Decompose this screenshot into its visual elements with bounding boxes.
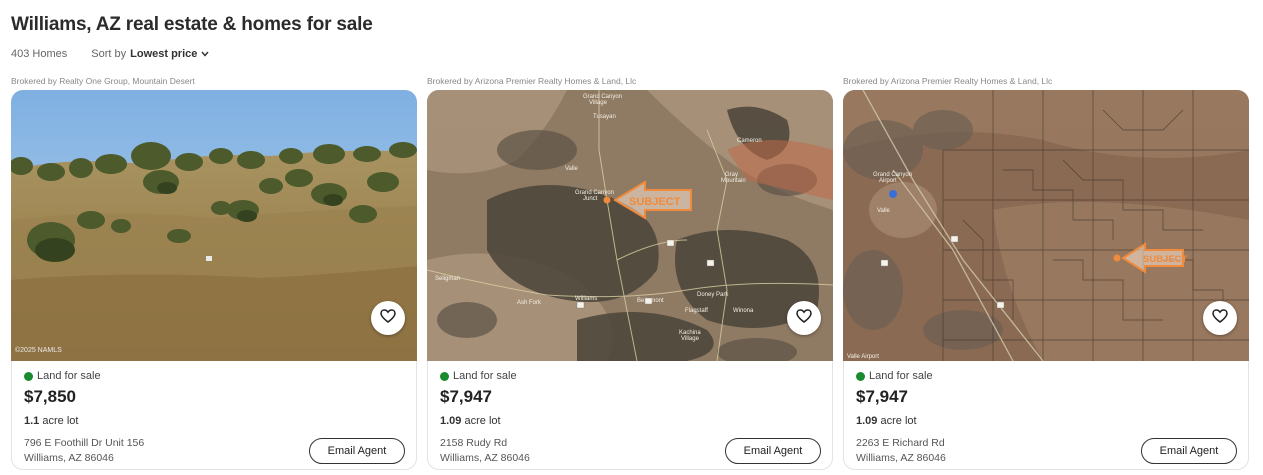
address-line-2: Williams, AZ 86046 xyxy=(24,452,114,464)
broker-label: Brokered by Arizona Premier Realty Homes… xyxy=(427,76,637,86)
email-agent-button[interactable]: Email Agent xyxy=(309,438,405,464)
results-count: 403 Homes xyxy=(11,48,68,60)
address-line-1: 796 E Foothill Dr Unit 156 xyxy=(24,437,145,449)
results-meta: 403 Homes Sort by Lowest price xyxy=(11,48,209,60)
svg-text:Doney Park: Doney Park xyxy=(697,292,729,298)
listing-card[interactable]: Brokered by Arizona Premier Realty Homes… xyxy=(843,74,1249,472)
listing-info: Land for sale $7,850 1.1 acre lot 796 E … xyxy=(11,361,417,470)
favorite-button[interactable] xyxy=(371,301,405,335)
photo-watermark: ©2025 NAMLS xyxy=(15,346,62,354)
svg-text:Mountain: Mountain xyxy=(721,178,746,184)
lot-size-unit: acre lot xyxy=(42,415,79,427)
listing-info: Land for sale $7,947 1.09 acre lot 2158 … xyxy=(427,361,833,470)
broker-label: Brokered by Arizona Premier Realty Homes… xyxy=(843,76,1053,86)
broker-label: Brokered by Realty One Group, Mountain D… xyxy=(11,76,195,86)
listing-info: Land for sale $7,947 1.09 acre lot 2263 … xyxy=(843,361,1249,470)
listing-map[interactable]: Grand Canyon Airport Valle Valle Airport S… xyxy=(843,90,1249,361)
listing-price: $7,947 xyxy=(440,387,492,406)
status-label: Land for sale xyxy=(453,370,517,382)
heart-icon xyxy=(796,308,812,328)
sort-dropdown[interactable]: Sort by Lowest price xyxy=(91,48,209,60)
status-label: Land for sale xyxy=(37,370,101,382)
favorite-button[interactable] xyxy=(1203,301,1237,335)
email-agent-button[interactable]: Email Agent xyxy=(1141,438,1237,464)
lot-size: 1.09 acre lot xyxy=(440,415,501,427)
address-line-2: Williams, AZ 86046 xyxy=(856,452,946,464)
svg-text:Cameron: Cameron xyxy=(737,138,762,144)
svg-text:Airport: Airport xyxy=(879,178,897,184)
svg-text:Williams: Williams xyxy=(575,296,597,302)
heart-icon xyxy=(380,308,396,328)
sort-value: Lowest price xyxy=(130,48,198,60)
svg-text:Ash Fork: Ash Fork xyxy=(517,300,542,306)
status-line: Land for sale xyxy=(856,370,933,382)
listing-photo[interactable]: ©2025 NAMLS xyxy=(11,90,417,361)
svg-text:Valle: Valle xyxy=(877,208,891,214)
lot-size: 1.1 acre lot xyxy=(24,415,78,427)
listing-map[interactable]: Grand Canyon Village Tusayan Cameron Valle… xyxy=(427,90,833,361)
status-line: Land for sale xyxy=(24,370,101,382)
status-dot-icon xyxy=(856,371,865,381)
heart-icon xyxy=(1212,308,1228,328)
lot-size-value: 1.09 xyxy=(856,415,878,427)
address-line-1: 2158 Rudy Rd xyxy=(440,437,508,449)
svg-text:Valle Airport: Valle Airport xyxy=(847,354,879,360)
listing-card[interactable]: Brokered by Realty One Group, Mountain D… xyxy=(11,74,417,472)
listing-price: $7,850 xyxy=(24,387,76,406)
lot-size-unit: acre lot xyxy=(464,415,501,427)
status-label: Land for sale xyxy=(869,370,933,382)
lot-size-value: 1.09 xyxy=(440,415,462,427)
subject-label: SUBJECT xyxy=(629,196,681,208)
status-dot-icon xyxy=(440,371,449,381)
favorite-button[interactable] xyxy=(787,301,821,335)
lot-size-unit: acre lot xyxy=(880,415,917,427)
sort-prefix: Sort by xyxy=(91,48,127,60)
email-agent-button[interactable]: Email Agent xyxy=(725,438,821,464)
page-title: Williams, AZ real estate & homes for sal… xyxy=(11,14,373,35)
svg-text:Flagstaff: Flagstaff xyxy=(685,308,708,314)
listing-card[interactable]: Brokered by Arizona Premier Realty Homes… xyxy=(427,74,833,472)
svg-text:Valle: Valle xyxy=(565,166,579,172)
status-dot-icon xyxy=(24,371,33,381)
svg-text:Seligman: Seligman xyxy=(435,276,460,282)
svg-text:Tusayan: Tusayan xyxy=(593,114,616,120)
address-line-2: Williams, AZ 86046 xyxy=(440,452,530,464)
chevron-down-icon xyxy=(201,49,209,59)
listing-price: $7,947 xyxy=(856,387,908,406)
status-line: Land for sale xyxy=(440,370,517,382)
svg-text:Junct: Junct xyxy=(583,196,598,202)
svg-text:Village: Village xyxy=(681,336,700,342)
lot-size-value: 1.1 xyxy=(24,415,40,427)
lot-size: 1.09 acre lot xyxy=(856,415,917,427)
svg-text:Village: Village xyxy=(589,100,608,106)
svg-text:Winona: Winona xyxy=(733,308,754,314)
subject-label: SUBJECT xyxy=(1143,254,1188,265)
address-line-1: 2263 E Richard Rd xyxy=(856,437,945,449)
